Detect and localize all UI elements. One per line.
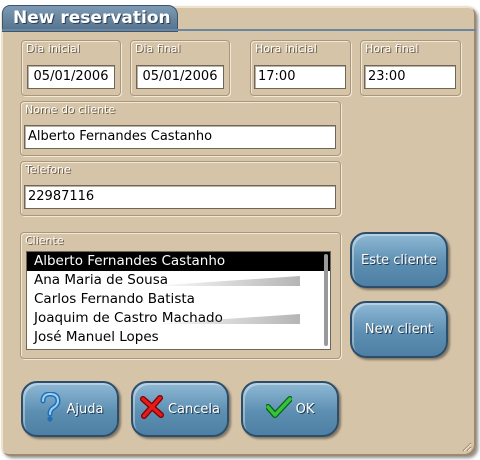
end-day-field[interactable]: 05/01/2006 (136, 65, 224, 89)
green-check-icon (264, 396, 293, 422)
list-scrollbar[interactable] (324, 254, 328, 346)
this-client-label: Este cliente (361, 252, 437, 268)
end-day-group: Dia final 05/01/2006 (130, 40, 230, 96)
start-day-field[interactable]: 05/01/2006 (27, 65, 115, 89)
start-day-group: Dia inicial 05/01/2006 (21, 40, 121, 96)
start-day-label: Dia inicial (26, 42, 80, 55)
cancel-button[interactable]: Cancela (131, 381, 229, 437)
this-client-button[interactable]: Este cliente (350, 232, 448, 288)
client-list-label: Cliente (25, 234, 64, 247)
end-day-label: Dia final (135, 42, 181, 55)
window-title-bar[interactable]: New reservation (2, 5, 178, 32)
red-x-icon (139, 395, 164, 423)
end-time-group: Hora final 23:00 (360, 40, 461, 96)
question-mark-icon (37, 391, 63, 426)
start-time-label: Hora inicial (255, 42, 317, 55)
new-client-button[interactable]: New client (350, 301, 448, 358)
client-list-group: Cliente Alberto Fernandes Castanho Ana M… (20, 232, 341, 359)
resize-grip-icon[interactable] (460, 440, 472, 452)
ok-button[interactable]: OK (241, 381, 339, 437)
title-divider (2, 29, 476, 31)
client-name-field[interactable]: Alberto Fernandes Castanho (24, 125, 336, 149)
help-label: Ajuda (66, 401, 104, 417)
list-item[interactable]: José Manuel Lopes (27, 328, 330, 347)
start-time-field[interactable]: 17:00 (254, 65, 346, 89)
client-name-label: Nome do cliente (25, 103, 116, 116)
phone-field[interactable]: 22987116 (24, 185, 336, 209)
phone-label: Telefone (25, 163, 71, 176)
cancel-label: Cancela (167, 401, 220, 417)
client-list[interactable]: Alberto Fernandes Castanho Ana Maria de … (26, 251, 331, 350)
help-button[interactable]: Ajuda (21, 381, 119, 437)
client-name-group: Nome do cliente Alberto Fernandes Castan… (20, 101, 341, 156)
list-item[interactable]: Alberto Fernandes Castanho (27, 252, 330, 271)
list-item[interactable]: Joaquim de Castro Machado (27, 309, 330, 328)
list-item[interactable]: Carlos Fernando Batista (27, 290, 330, 309)
list-item[interactable]: Ana Maria de Sousa (27, 271, 330, 290)
end-time-field[interactable]: 23:00 (364, 65, 456, 89)
start-time-group: Hora inicial 17:00 (250, 40, 351, 96)
ok-label: OK (295, 401, 315, 417)
phone-group: Telefone 22987116 (20, 161, 341, 216)
new-client-label: New client (364, 322, 434, 337)
window-title: New reservation (13, 8, 171, 28)
end-time-label: Hora final (365, 42, 419, 55)
